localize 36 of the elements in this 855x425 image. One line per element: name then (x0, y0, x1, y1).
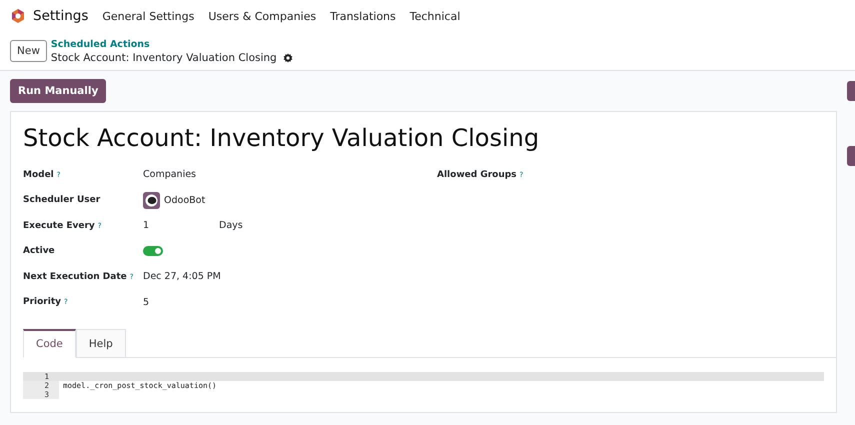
help-mark[interactable]: ? (98, 222, 102, 230)
app-name[interactable]: Settings (33, 8, 88, 24)
field-label: Next Execution Date (23, 272, 127, 282)
breadcrumb-link[interactable]: Scheduled Actions (50, 38, 293, 50)
field-value: Days (219, 220, 243, 232)
tab[interactable]: Code (23, 329, 76, 358)
help-mark[interactable]: ? (56, 170, 60, 179)
avatar-icon (143, 192, 160, 209)
menu-item[interactable]: General Settings (102, 10, 194, 22)
field-label: Model (23, 170, 54, 180)
record-title: Stock Account: Inventory Valuation Closing (23, 124, 540, 152)
help-mark[interactable]: ? (130, 272, 134, 281)
field-value: Companies (143, 169, 196, 180)
run-manually-button[interactable]: Run Manually (10, 79, 106, 103)
menu-item[interactable]: Translations (330, 10, 396, 22)
new-button[interactable]: New (10, 40, 47, 62)
field-label: Execute Every (23, 220, 95, 231)
help-mark[interactable]: ? (64, 298, 68, 306)
field-value: 5 (143, 296, 150, 308)
field-label: Allowed Groups (437, 170, 517, 180)
side-button[interactable] (847, 81, 855, 101)
app-logo-icon[interactable] (10, 8, 26, 24)
menu-item[interactable]: Technical (410, 10, 460, 22)
field-value: 1 (143, 220, 150, 232)
toggle-switch[interactable] (143, 246, 163, 256)
field-value: Dec 27, 4:05 PM (143, 271, 221, 282)
record-title: Stock Account: Inventory Valuation Closing (50, 52, 277, 64)
field-value: OdooBot (164, 194, 206, 206)
field-label: Active (23, 246, 55, 256)
side-button[interactable] (847, 146, 855, 166)
field-label: Priority (23, 297, 61, 308)
tab[interactable]: Help (76, 329, 126, 358)
help-mark[interactable]: ? (520, 170, 524, 179)
settings-icon[interactable] (282, 52, 293, 62)
field-label: Scheduler User (23, 195, 100, 206)
menu-item[interactable]: Users & Companies (208, 10, 316, 22)
